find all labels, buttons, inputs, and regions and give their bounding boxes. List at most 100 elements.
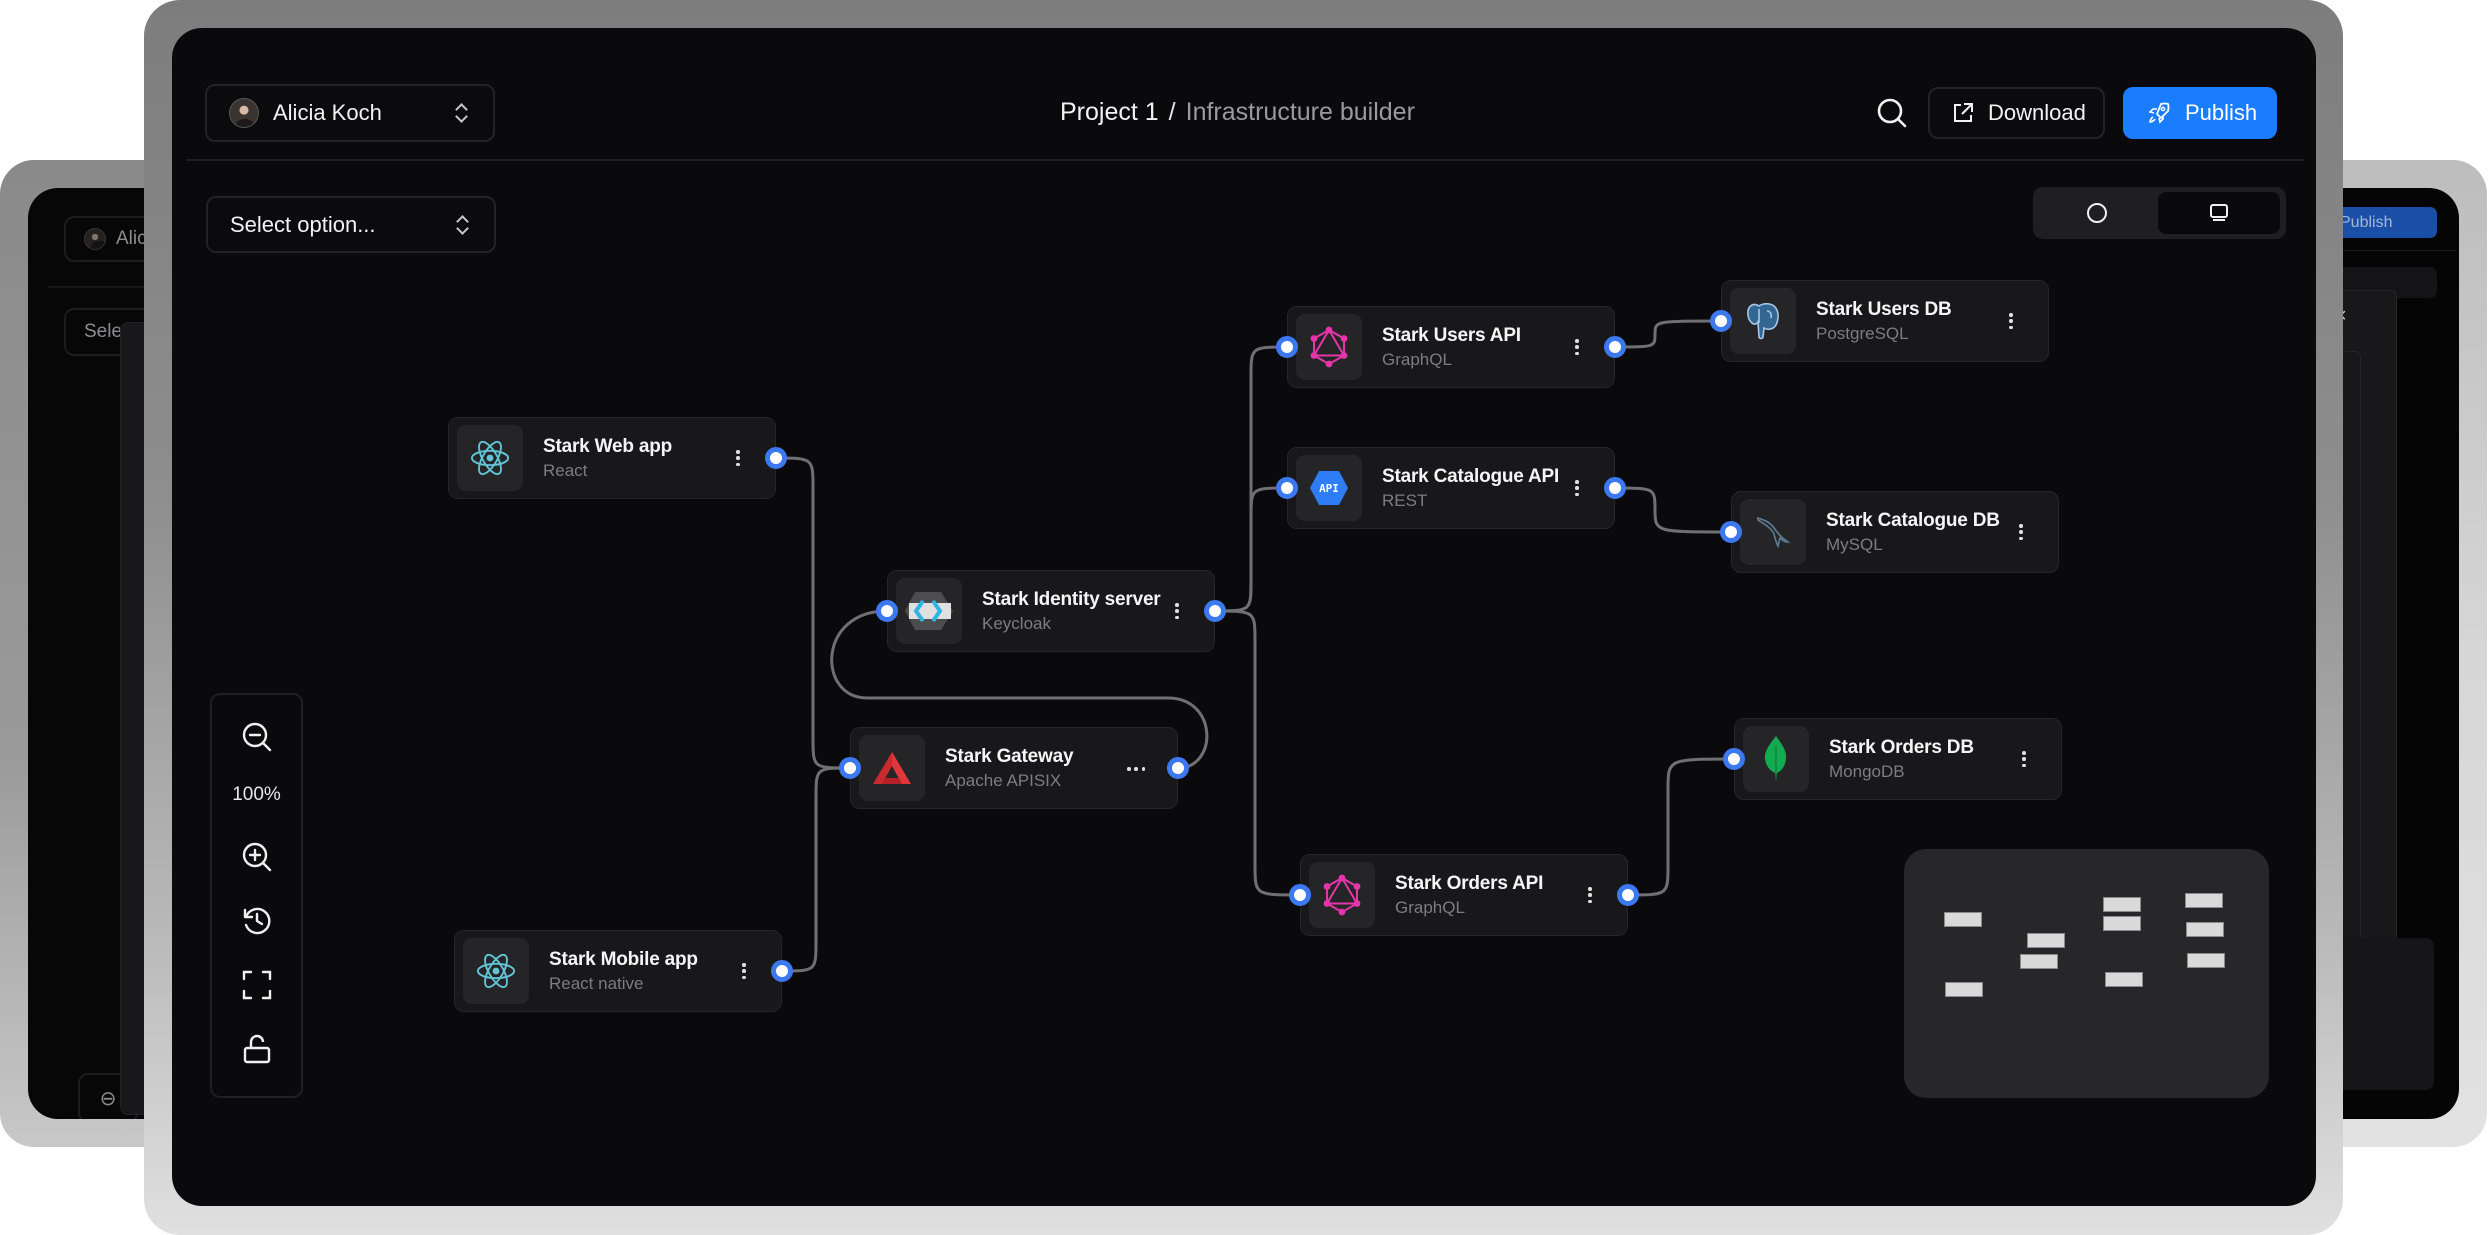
node-subtitle: REST <box>1382 491 1428 510</box>
view-toggle-group <box>2033 187 2286 239</box>
more-horizontal-icon[interactable] <box>1123 762 1149 776</box>
handle-left[interactable] <box>1723 748 1745 770</box>
handle-left[interactable] <box>1276 336 1298 358</box>
mysql-icon <box>1740 499 1806 565</box>
node-web[interactable]: Stark Web app React <box>448 417 776 499</box>
toggle-device-view[interactable] <box>2158 192 2280 234</box>
minimap-node <box>1944 911 1982 927</box>
handle-right[interactable] <box>1604 477 1626 499</box>
node-orders-db[interactable]: Stark Orders DB MongoDB <box>1734 718 2062 800</box>
zoom-out-button[interactable] <box>212 715 301 759</box>
external-link-icon <box>1954 103 1973 122</box>
svg-text:API: API <box>1319 482 1339 495</box>
chevron-up-down-icon <box>455 103 467 123</box>
publish-button[interactable]: Publish <box>2123 87 2277 139</box>
handle-left[interactable] <box>876 600 898 622</box>
minimap-node <box>2019 954 2058 970</box>
handle-right[interactable] <box>1604 336 1626 358</box>
minimap-node <box>2184 893 2223 908</box>
handle-right[interactable] <box>1617 884 1639 906</box>
monitor-icon <box>2210 204 2228 221</box>
node-subtitle: Keycloak <box>982 614 1051 633</box>
zoom-out-icon <box>242 722 271 752</box>
node-title: Stark Web app <box>543 436 673 457</box>
download-label: Download <box>1988 100 2086 125</box>
handle-left[interactable] <box>1720 521 1742 543</box>
handle-left[interactable] <box>1710 310 1732 332</box>
more-vertical-icon[interactable] <box>2014 519 2028 545</box>
more-vertical-icon[interactable] <box>1570 475 1584 501</box>
handle-left[interactable] <box>1289 884 1311 906</box>
handle-right[interactable] <box>765 447 787 469</box>
more-vertical-icon[interactable] <box>1570 334 1584 360</box>
history-button[interactable] <box>212 899 301 943</box>
user-switcher[interactable]: Alicia Koch <box>205 84 495 142</box>
lock-toggle-button[interactable] <box>212 1027 301 1071</box>
back-user-name: Alic <box>116 228 147 249</box>
more-vertical-icon[interactable] <box>2017 746 2031 772</box>
node-catalogue-api[interactable]: API Stark Catalogue API REST <box>1287 447 1615 529</box>
node-title: Stark Users DB <box>1816 299 1952 320</box>
graphql-icon <box>1309 862 1375 928</box>
mongodb-icon <box>1743 726 1809 792</box>
more-vertical-icon[interactable] <box>1170 598 1184 624</box>
node-catalogue-db[interactable]: Stark Catalogue DB MySQL <box>1731 491 2059 573</box>
search-button[interactable] <box>1875 96 1909 130</box>
header-divider <box>186 159 2304 161</box>
fullscreen-icon <box>242 970 271 1000</box>
node-title: Stark Orders DB <box>1829 737 1974 758</box>
fit-view-button[interactable] <box>212 963 301 1007</box>
search-icon <box>1877 98 1907 128</box>
main-window: Alicia Koch Select option... Project 1 / I… <box>172 28 2316 1206</box>
handle-left[interactable] <box>839 757 861 779</box>
node-subtitle: PostgreSQL <box>1816 324 1909 343</box>
api-icon: API <box>1296 455 1362 521</box>
breadcrumb-project[interactable]: Project 1 <box>1060 98 1159 126</box>
node-title: Stark Identity server <box>982 589 1161 610</box>
avatar <box>229 98 259 128</box>
select-option-dropdown[interactable]: Select option... <box>206 196 496 253</box>
node-gateway[interactable]: Stark Gateway Apache APISIX <box>850 727 1178 809</box>
node-subtitle: React native <box>549 974 644 993</box>
more-vertical-icon[interactable] <box>1583 882 1597 908</box>
unlock-icon <box>243 1034 270 1064</box>
handle-right[interactable] <box>1204 600 1226 622</box>
node-users-api[interactable]: Stark Users API GraphQL <box>1287 306 1615 388</box>
keycloak-icon <box>896 578 962 644</box>
node-mobile[interactable]: Stark Mobile app React native <box>454 930 782 1012</box>
handle-right[interactable] <box>771 960 793 982</box>
node-subtitle: MongoDB <box>1829 762 1905 781</box>
rocket-icon <box>2148 102 2170 124</box>
minimap-node <box>2102 896 2141 912</box>
minimap-node <box>2026 932 2065 948</box>
node-title: Stark Gateway <box>945 746 1074 767</box>
toggle-circle-view[interactable] <box>2038 192 2156 234</box>
handle-left[interactable] <box>1276 477 1298 499</box>
node-orders-api[interactable]: Stark Orders API GraphQL <box>1300 854 1628 936</box>
apisix-icon <box>859 735 925 801</box>
more-vertical-icon[interactable] <box>731 445 745 471</box>
node-subtitle: MySQL <box>1826 535 1883 554</box>
back-avatar <box>84 228 106 250</box>
node-users-db[interactable]: Stark Users DB PostgreSQL <box>1721 280 2049 362</box>
more-vertical-icon[interactable] <box>2004 308 2018 334</box>
download-button[interactable]: Download <box>1928 87 2105 139</box>
select-placeholder: Select option... <box>230 211 376 237</box>
screenshot-stage: Alic Selec ⊖ Publish × oad Alicia Koch <box>0 0 2488 1235</box>
minimap[interactable] <box>1904 849 2269 1098</box>
react-icon <box>463 938 529 1004</box>
zoom-level: 100% <box>232 784 281 805</box>
history-icon <box>243 907 271 935</box>
minimap-node <box>2102 915 2141 931</box>
breadcrumb-current: Infrastructure builder <box>1185 98 1415 126</box>
node-identity[interactable]: Stark Identity server Keycloak <box>887 570 1215 652</box>
more-vertical-icon[interactable] <box>737 958 751 984</box>
zoom-in-icon <box>242 842 271 872</box>
react-icon <box>457 425 523 491</box>
minimap-node <box>2186 921 2225 937</box>
node-title: Stark Catalogue DB <box>1826 510 2000 531</box>
minimap-node <box>2187 953 2226 969</box>
handle-right[interactable] <box>1167 757 1189 779</box>
zoom-in-button[interactable] <box>212 835 301 879</box>
node-title: Stark Catalogue API <box>1382 466 1560 487</box>
